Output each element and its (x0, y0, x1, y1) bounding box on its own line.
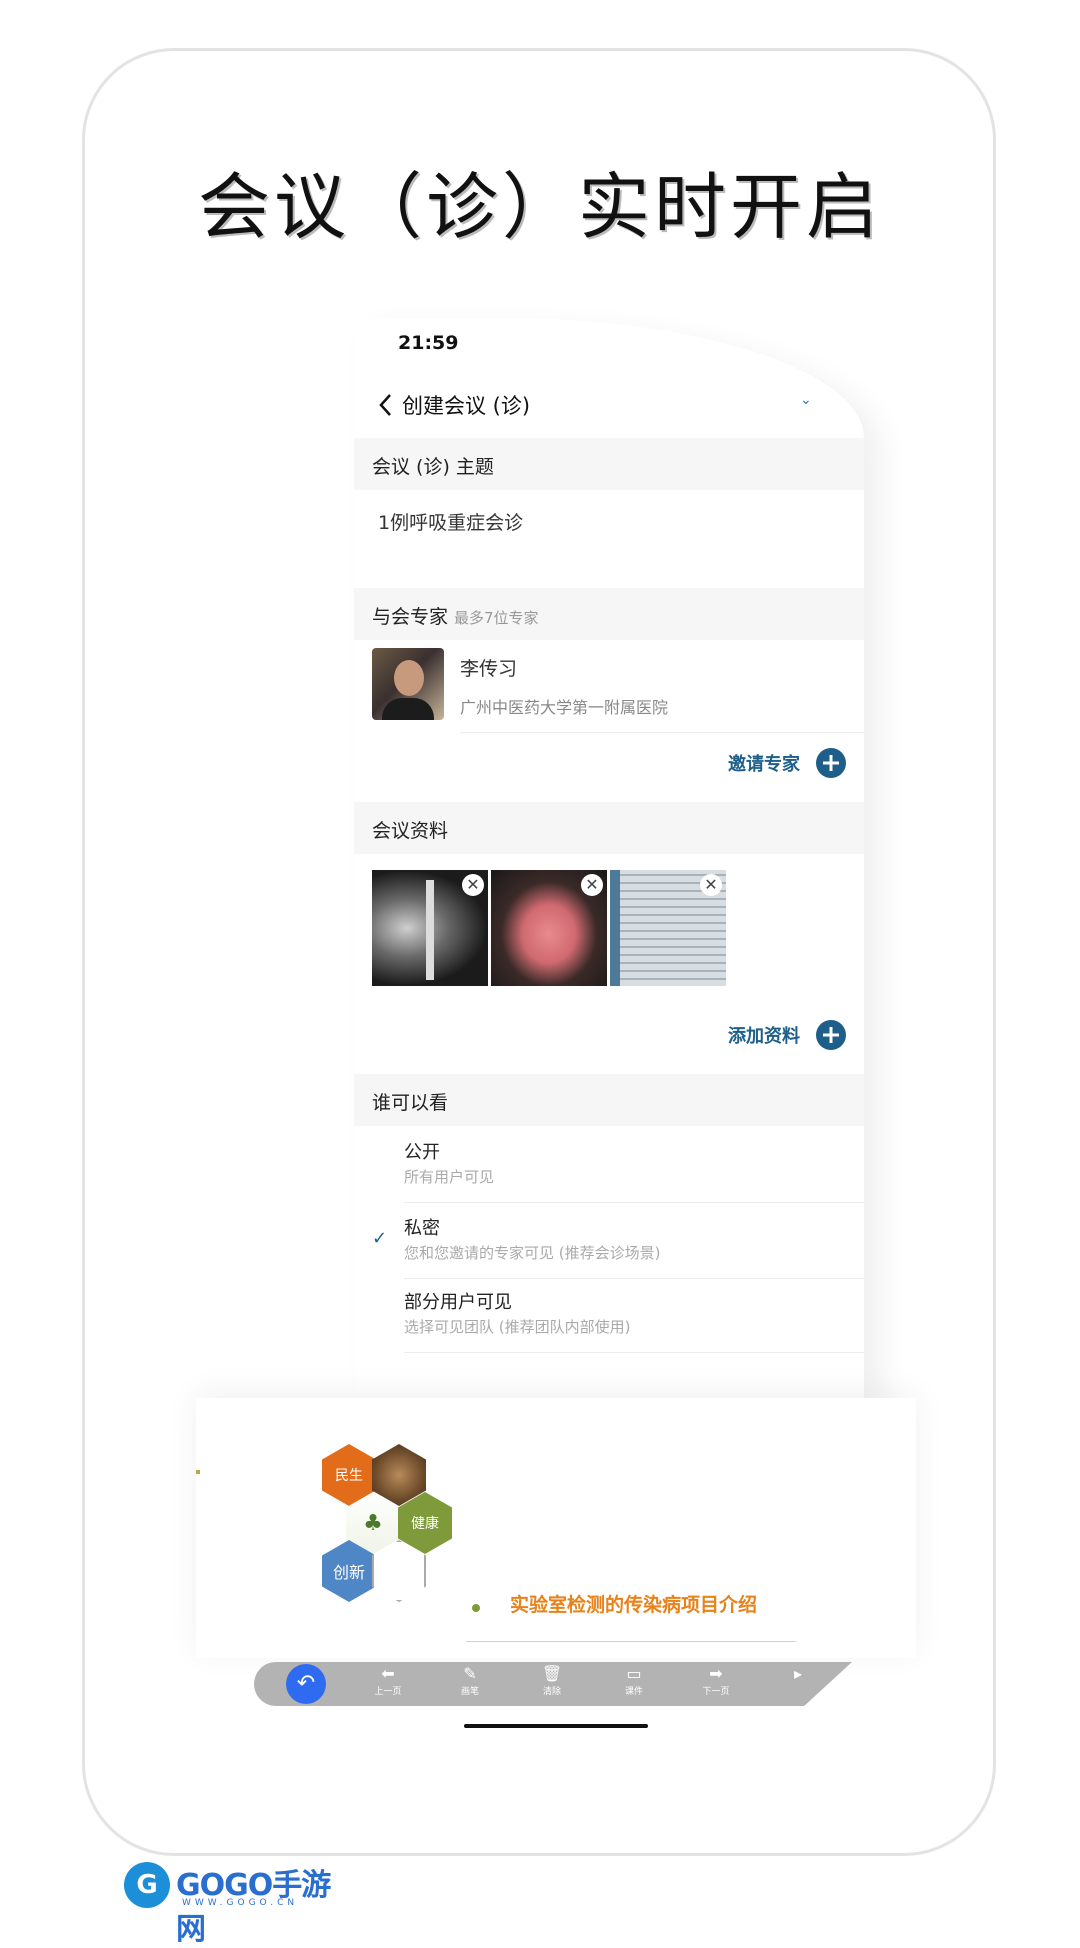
home-indicator (464, 1724, 648, 1728)
topic-section-header: 会议 (诊) 主题 (354, 438, 864, 490)
arrow-left-icon: ⬅ (381, 1664, 395, 1683)
option-title: 公开 (404, 1142, 440, 1163)
pen-button[interactable]: ✎ 画笔 (448, 1664, 492, 1697)
logo-icon: G (124, 1862, 170, 1908)
back-arrow-icon[interactable] (376, 392, 396, 418)
option-desc: 您和您邀请的专家可见 (推荐会诊场景) (404, 1244, 661, 1262)
experts-section-header: 与会专家 最多7位专家 (354, 588, 864, 640)
option-title: 部分用户可见 (404, 1292, 512, 1313)
close-icon[interactable]: ✕ (581, 874, 603, 896)
phone-screen: 21:59 创建会议 (诊) ⌄ 会议 (诊) 主题 1例呼吸重症会诊 与会专家… (354, 318, 864, 1398)
nav-title: 创建会议 (诊) (402, 394, 531, 418)
folder-icon: ▭ (626, 1664, 642, 1683)
materials-section-header: 会议资料 (354, 802, 864, 854)
arrow-right-icon: ➡ (709, 1664, 723, 1683)
topic-input[interactable]: 1例呼吸重症会诊 (354, 490, 864, 586)
topic-section-title: 会议 (诊) 主题 (372, 456, 494, 478)
play-icon: ▸ (793, 1664, 803, 1683)
option-desc: 所有用户可见 (404, 1168, 495, 1186)
experts-section-title: 与会专家 (372, 606, 449, 628)
materials-gallery: ✕ ✕ ✕ (372, 870, 732, 986)
visibility-section-header: 谁可以看 (354, 1074, 864, 1126)
slide-bullet (472, 1604, 480, 1612)
clear-button[interactable]: 🗑 清除 (530, 1664, 574, 1697)
visibility-section-title: 谁可以看 (372, 1092, 449, 1114)
divider (404, 1352, 864, 1353)
next-page-button[interactable]: ➡ 下一页 (694, 1664, 738, 1697)
option-desc: 选择可见团队 (推荐团队内部使用) (404, 1318, 631, 1336)
close-icon[interactable]: ✕ (700, 874, 722, 896)
plus-circle-icon (816, 1020, 846, 1050)
option-title: 私密 (404, 1218, 440, 1239)
logo-url: WWW.GOGO.CN (182, 1898, 299, 1908)
expert-name: 李传习 (460, 658, 518, 680)
close-icon[interactable]: ✕ (462, 874, 484, 896)
plus-circle-icon (816, 748, 846, 778)
pen-icon: ✎ (463, 1664, 477, 1683)
prev-page-button[interactable]: ⬅ 上一页 (366, 1664, 410, 1697)
slide-underline (466, 1641, 796, 1642)
visibility-option-public[interactable]: 公开 所有用户可见 (354, 1128, 864, 1202)
visibility-option-private[interactable]: ✓ 私密 您和您邀请的专家可见 (推荐会诊场景) (354, 1204, 864, 1278)
nav-action-icon[interactable]: ⌄ (800, 392, 814, 408)
slide-title: 实验室检测的传染病项目介绍 (510, 1594, 758, 1616)
hex-label: 健康 (411, 1516, 439, 1532)
watermark-logo: G GOGO手游网 WWW.GOGO.CN (124, 1860, 354, 1947)
experts-hint: 最多7位专家 (454, 609, 539, 627)
topic-value: 1例呼吸重症会诊 (378, 512, 524, 534)
slide-marker (196, 1470, 200, 1474)
add-material-button[interactable]: 添加资料 (728, 1018, 846, 1052)
trash-icon: 🗑 (541, 1664, 563, 1683)
invite-expert-label: 邀请专家 (728, 754, 800, 775)
more-button[interactable]: ▸ (776, 1664, 820, 1684)
hex-label: 民生 (335, 1468, 363, 1484)
toolbar-label: 画笔 (460, 1687, 479, 1697)
material-thumbnail[interactable]: ✕ (372, 870, 488, 986)
expert-item[interactable]: 李传习 广州中医药大学第一附属医院 (354, 640, 864, 732)
nav-bar: 创建会议 (诊) ⌄ (354, 378, 864, 434)
expert-hospital: 广州中医药大学第一附属医院 (460, 698, 669, 717)
divider (404, 1202, 864, 1203)
toolbar-label: 上一页 (374, 1687, 402, 1697)
material-thumbnail[interactable]: ✕ (610, 870, 726, 986)
hex-label: 创新 (332, 1563, 365, 1582)
presentation-slide: 民生 ♣ 健康 创新 实验室检测的传染病项目介绍 (196, 1398, 916, 1658)
invite-expert-button[interactable]: 邀请专家 (728, 746, 846, 780)
status-time: 21:59 (398, 332, 459, 354)
toolbar-label: 下一页 (702, 1687, 730, 1697)
divider (460, 732, 864, 733)
undo-icon[interactable]: ↶ (286, 1664, 326, 1704)
presentation-toolbar: ↶ ⬅ 上一页 ✎ 画笔 🗑 清除 ▭ 课件 ➡ 下一页 ▸ (254, 1662, 852, 1706)
page-headline: 会议（诊）实时开启 (197, 165, 882, 249)
material-thumbnail[interactable]: ✕ (491, 870, 607, 986)
toolbar-label: 清除 (542, 1687, 561, 1697)
add-material-label: 添加资料 (728, 1026, 800, 1047)
visibility-option-partial[interactable]: 部分用户可见 选择可见团队 (推荐团队内部使用) (354, 1278, 864, 1352)
expert-avatar (372, 648, 444, 720)
materials-section-title: 会议资料 (372, 820, 449, 842)
checkmark-icon: ✓ (372, 1228, 388, 1249)
toolbar-label: 课件 (624, 1687, 643, 1697)
courseware-button[interactable]: ▭ 课件 (612, 1664, 656, 1697)
